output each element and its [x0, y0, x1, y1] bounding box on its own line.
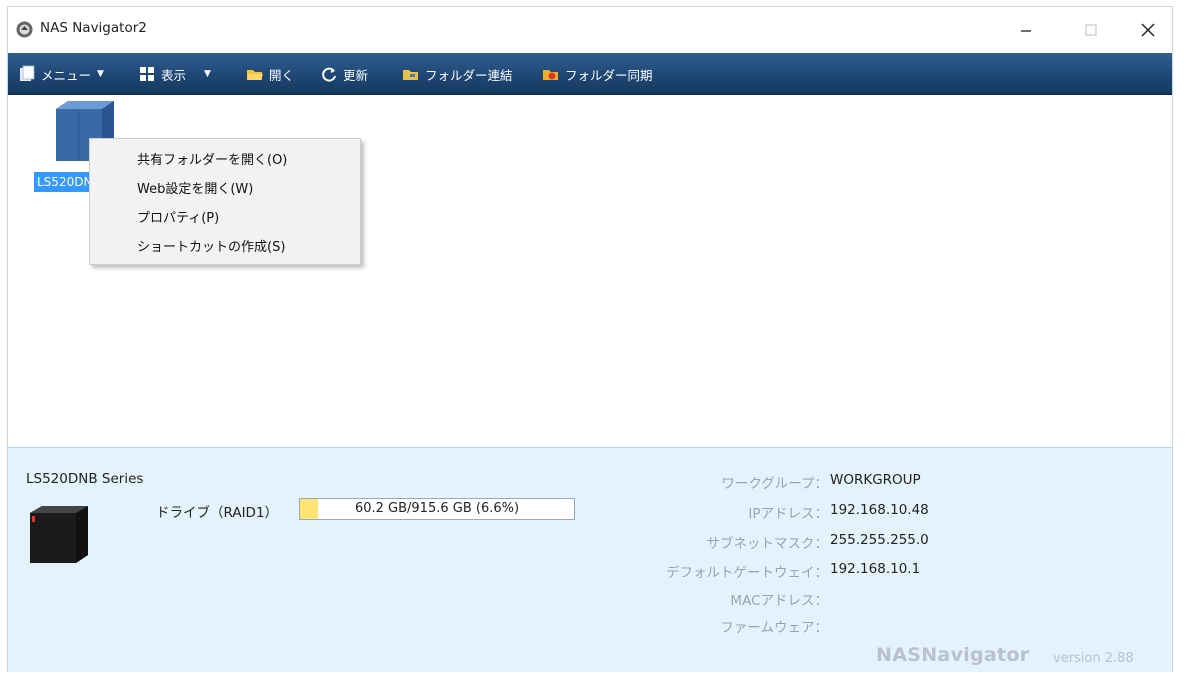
window-title: NAS Navigator2: [40, 20, 147, 36]
device-info-panel: LS520DNB Series ドライブ（RAID1） 60.2 GB/915.…: [8, 447, 1172, 672]
toolbar: メニュー ▼ 表示 ▼ 開く 更新 フォルダー連結 フォルダー同期: [8, 53, 1172, 95]
info-row-default-gateway: デフォルトゲートウェイ： 192.168.10.1: [608, 561, 1128, 585]
version-text: version 2.88: [1053, 651, 1134, 666]
folder-sync-button[interactable]: フォルダー同期: [542, 64, 653, 84]
refresh-icon: [322, 67, 336, 82]
info-key: サブネットマスク：: [706, 536, 829, 552]
menu-label: メニュー: [41, 67, 92, 83]
app-logo-icon: [16, 21, 33, 38]
info-row-mac-address: MACアドレス：: [608, 589, 1128, 613]
menu-icon: [20, 65, 35, 81]
info-key: MACアドレス：: [730, 593, 828, 609]
info-row-workgroup: ワークグループ： WORKGROUP: [608, 472, 1128, 496]
view-label: 表示: [161, 67, 187, 83]
info-key: ワークグループ：: [721, 476, 828, 492]
close-button[interactable]: [1128, 15, 1168, 45]
folder-open-icon: [247, 70, 263, 80]
open-button[interactable]: 開く: [246, 64, 294, 84]
menu-item-properties[interactable]: プロパティ(P): [90, 204, 360, 233]
folder-sync-label: フォルダー同期: [565, 67, 653, 83]
menu-item-create-shortcut[interactable]: ショートカットの作成(S): [90, 233, 360, 262]
app-window: NAS Navigator2 メニュー ▼ 表示 ▼ 開く 更新 フォルダー連結…: [7, 6, 1173, 672]
info-key: デフォルトゲートウェイ：: [666, 565, 828, 581]
series-name: LS520DNB Series: [26, 471, 144, 487]
folder-connect-label: フォルダー連結: [425, 67, 513, 83]
info-row-firmware: ファームウェア：: [608, 616, 1128, 640]
open-label: 開く: [269, 67, 295, 83]
chevron-down-icon: ▼: [204, 69, 211, 79]
minimize-icon: [1021, 30, 1031, 32]
refresh-label: 更新: [343, 67, 369, 83]
device-label[interactable]: LS520DNB Series: [34, 172, 96, 192]
minimize-button[interactable]: [1006, 15, 1046, 45]
context-menu: 共有フォルダーを開く(O) Web設定を開く(W) プロパティ(P) ショートカ…: [89, 138, 361, 265]
device-list: LS520DNB Series 共有フォルダーを開く(O) Web設定を開く(W…: [8, 95, 1172, 445]
info-value: 192.168.10.1: [830, 561, 921, 577]
menu-item-open-web-settings[interactable]: Web設定を開く(W): [90, 175, 360, 204]
info-row-subnet-mask: サブネットマスク： 255.255.255.0: [608, 532, 1128, 556]
menu-button[interactable]: メニュー ▼: [18, 64, 104, 84]
folder-connect-icon: [403, 70, 418, 80]
close-icon: [1141, 23, 1155, 37]
maximize-icon: [1085, 24, 1097, 36]
maximize-button[interactable]: [1071, 15, 1111, 45]
chevron-down-icon: ▼: [97, 69, 104, 79]
drive-usage-bar: 60.2 GB/915.6 GB (6.6%): [299, 498, 575, 520]
drive-usage-text: 60.2 GB/915.6 GB (6.6%): [354, 501, 520, 516]
info-key: ファームウェア：: [720, 620, 828, 636]
info-value: WORKGROUP: [830, 472, 921, 488]
info-row-ip-address: IPアドレス： 192.168.10.48: [608, 502, 1128, 526]
menu-item-open-shared-folder[interactable]: 共有フォルダーを開く(O): [90, 146, 360, 175]
title-bar: NAS Navigator2: [8, 7, 1172, 53]
folder-sync-icon: [543, 70, 558, 80]
nas-device-icon: [30, 506, 88, 563]
brand-logo: NASNavigator: [876, 644, 1030, 666]
info-value: 192.168.10.48: [830, 502, 929, 518]
view-button[interactable]: 表示 ▼: [138, 64, 211, 84]
info-key: IPアドレス：: [748, 506, 828, 522]
info-value: 255.255.255.0: [830, 532, 929, 548]
view-icon: [140, 67, 154, 81]
drive-label: ドライブ（RAID1）: [156, 505, 279, 521]
refresh-button[interactable]: 更新: [320, 64, 368, 84]
folder-connect-button[interactable]: フォルダー連結: [402, 64, 513, 84]
